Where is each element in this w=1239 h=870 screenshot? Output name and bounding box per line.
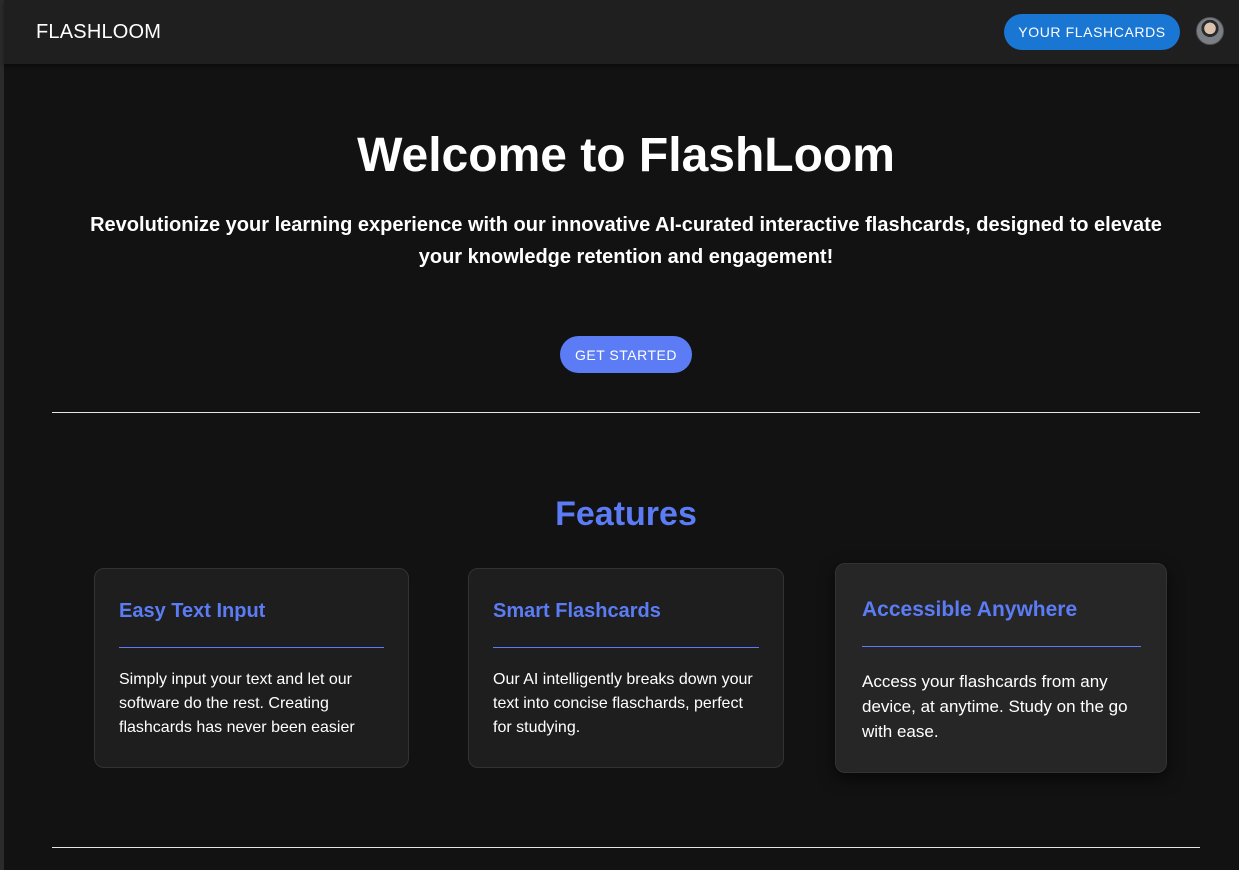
feature-card-text: Simply input your text and let our softw… (119, 671, 355, 736)
card-divider (862, 646, 1141, 647)
user-avatar[interactable] (1196, 17, 1224, 45)
card-divider (493, 647, 759, 648)
feature-card-text: Our AI intelligently breaks down your te… (493, 671, 753, 736)
brand-logo-text[interactable]: FLASHLOOM (36, 21, 161, 44)
features-heading: Features (555, 495, 697, 533)
feature-card-title: Easy Text Input (119, 600, 266, 622)
feature-card-title: Accessible Anywhere (862, 598, 1078, 621)
hero-title: Welcome to FlashLoom (357, 129, 895, 182)
feature-card-text: Access your flashcards from any device, … (862, 672, 1128, 741)
your-flashcards-button[interactable]: YOUR FLASHCARDS (1004, 14, 1180, 50)
section-divider (52, 847, 1200, 848)
feature-card-easy-text-input: Easy Text Input Simply input your text a… (94, 568, 409, 768)
section-divider (52, 412, 1200, 413)
feature-card-title: Smart Flashcards (493, 600, 661, 622)
app-bar: FLASHLOOM YOUR FLASHCARDS (4, 0, 1239, 64)
get-started-button[interactable]: GET STARTED (560, 336, 692, 373)
feature-card-accessible-anywhere: Accessible Anywhere Access your flashcar… (835, 563, 1167, 773)
card-divider (119, 647, 384, 648)
feature-card-smart-flashcards: Smart Flashcards Our AI intelligently br… (468, 568, 784, 768)
hero-subtitle: Revolutionize your learning experience w… (90, 214, 1162, 268)
